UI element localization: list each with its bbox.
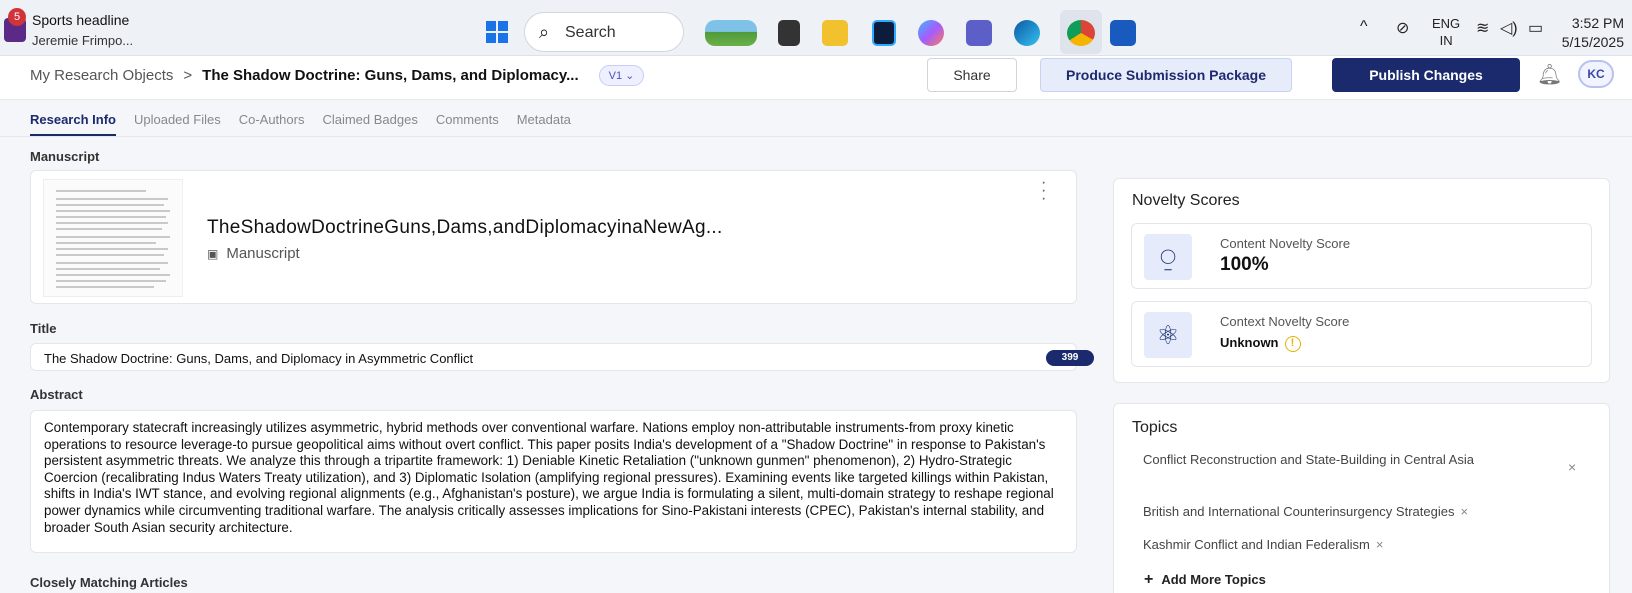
- tab-claimed-badges[interactable]: Claimed Badges: [322, 100, 417, 136]
- add-topics-label: Add More Topics: [1161, 572, 1266, 587]
- context-novelty-label: Context Novelty Score: [1220, 314, 1350, 329]
- search-label: Search: [565, 24, 616, 41]
- manuscript-file-type: ▣ Manuscript: [207, 245, 300, 262]
- remove-topic-icon[interactable]: ×: [1568, 459, 1576, 475]
- topics-card: Topics Conflict Reconstruction and State…: [1113, 403, 1610, 593]
- tab-divider: [0, 136, 1632, 137]
- lang-region: IN: [1439, 33, 1453, 48]
- avatar[interactable]: KC: [1578, 60, 1614, 88]
- breadcrumb-current: The Shadow Doctrine: Guns, Dams, and Dip…: [202, 67, 579, 84]
- topic-label: Conflict Reconstruction and State-Buildi…: [1143, 452, 1474, 467]
- content-novelty-score: ⍜ Content Novelty Score 100%: [1131, 223, 1592, 289]
- widget-subtitle: Jeremie Frimpo...: [32, 33, 134, 48]
- tab-co-authors[interactable]: Co-Authors: [239, 100, 305, 136]
- manuscript-file-name[interactable]: TheShadowDoctrineGuns,Dams,andDiplomacyi…: [207, 217, 723, 239]
- topic-item: British and International Counterinsurge…: [1143, 502, 1468, 521]
- context-novelty-value-wrap: Unknown!: [1220, 335, 1301, 352]
- title-field[interactable]: The Shadow Doctrine: Guns, Dams, and Dip…: [30, 343, 1094, 371]
- manuscript-type-label: Manuscript: [226, 245, 300, 262]
- landscape-icon[interactable]: [705, 20, 757, 46]
- search-icon: ⌕: [539, 22, 550, 42]
- atom-icon: ⚛: [1144, 312, 1192, 358]
- windows-taskbar: 5 Sports headline Jeremie Frimpo... ⌕ Se…: [0, 0, 1632, 56]
- folder-icon[interactable]: [822, 20, 848, 46]
- notification-badge: 5: [8, 8, 26, 26]
- breadcrumb-root[interactable]: My Research Objects: [30, 67, 173, 84]
- abstract-field[interactable]: Contemporary statecraft increasingly uti…: [30, 410, 1077, 553]
- bell-icon[interactable]: 🔔︎: [1537, 62, 1562, 87]
- taskbar-search[interactable]: ⌕ Search: [524, 12, 684, 52]
- produce-submission-package-button[interactable]: Produce Submission Package: [1040, 58, 1292, 92]
- share-button[interactable]: Share: [927, 58, 1017, 92]
- char-count-badge: 399: [1046, 350, 1094, 366]
- chrome-icon[interactable]: [1067, 20, 1095, 46]
- chevron-up-icon[interactable]: ^: [1360, 18, 1368, 36]
- publish-changes-button[interactable]: Publish Changes: [1332, 58, 1520, 92]
- clock-time: 3:52 PM: [1571, 15, 1624, 31]
- manuscript-thumbnail: [43, 179, 183, 297]
- tab-comments[interactable]: Comments: [436, 100, 499, 136]
- title-section-label: Title: [30, 321, 57, 336]
- lang-code: ENG: [1432, 16, 1461, 31]
- kebab-menu-icon[interactable]: · · ·: [1041, 175, 1046, 207]
- language-indicator[interactable]: ENG IN: [1432, 15, 1460, 49]
- tab-metadata[interactable]: Metadata: [517, 100, 571, 136]
- title-value: The Shadow Doctrine: Guns, Dams, and Dip…: [44, 351, 474, 366]
- topic-label: Kashmir Conflict and Indian Federalism: [1143, 537, 1370, 552]
- tab-uploaded-files[interactable]: Uploaded Files: [134, 100, 221, 136]
- document-icon: ▣: [207, 247, 219, 261]
- closely-matching-label: Closely Matching Articles: [30, 575, 188, 590]
- add-more-topics-button[interactable]: + Add More Topics: [1144, 571, 1266, 589]
- breadcrumb-separator: >: [183, 67, 193, 84]
- content-novelty-label: Content Novelty Score: [1220, 236, 1351, 251]
- word-icon[interactable]: [1110, 20, 1136, 46]
- edge-icon[interactable]: [1014, 20, 1040, 46]
- windows-start-icon[interactable]: [486, 21, 508, 43]
- teams-icon[interactable]: [966, 20, 992, 46]
- widget-headline: Sports headline: [32, 12, 130, 28]
- app-tray-icon[interactable]: ⊘: [1396, 18, 1409, 38]
- lightbulb-icon: ⍜: [1144, 234, 1192, 280]
- context-novelty-value: Unknown: [1220, 335, 1279, 350]
- copilot-icon[interactable]: [918, 20, 944, 46]
- battery-icon[interactable]: ▭: [1528, 18, 1543, 38]
- volume-icon[interactable]: ◁): [1500, 18, 1518, 38]
- abstract-section-label: Abstract: [30, 387, 83, 402]
- plus-icon: +: [1144, 571, 1154, 588]
- app-header: My Research Objects > The Shadow Doctrin…: [0, 56, 1632, 100]
- context-novelty-score: ⚛ Context Novelty Score Unknown!: [1131, 301, 1592, 367]
- wifi-icon[interactable]: ≋: [1476, 18, 1489, 38]
- abstract-text: Contemporary statecraft increasingly uti…: [44, 420, 1054, 535]
- remove-topic-icon[interactable]: ×: [1460, 504, 1468, 519]
- novelty-scores-card: Novelty Scores ⍜ Content Novelty Score 1…: [1113, 178, 1610, 383]
- tab-research-info[interactable]: Research Info: [30, 100, 116, 136]
- topic-label: British and International Counterinsurge…: [1143, 504, 1455, 519]
- topic-item: Conflict Reconstruction and State-Buildi…: [1143, 450, 1543, 469]
- topic-item: Kashmir Conflict and Indian Federalism ×: [1143, 535, 1383, 554]
- warning-icon[interactable]: !: [1284, 335, 1301, 352]
- manuscript-card[interactable]: TheShadowDoctrineGuns,Dams,andDiplomacyi…: [30, 170, 1077, 304]
- system-clock[interactable]: 3:52 PM 5/15/2025: [1560, 14, 1624, 52]
- manuscript-section-label: Manuscript: [30, 149, 100, 164]
- breadcrumb: My Research Objects > The Shadow Doctrin…: [30, 65, 645, 86]
- tab-bar: Research Info Uploaded Files Co-Authors …: [30, 100, 571, 136]
- version-dropdown[interactable]: V1 ⌄: [598, 65, 645, 86]
- novelty-heading: Novelty Scores: [1132, 192, 1240, 209]
- file-explorer-icon[interactable]: [778, 20, 800, 46]
- content-novelty-value: 100%: [1220, 254, 1269, 275]
- remove-topic-icon[interactable]: ×: [1376, 537, 1384, 552]
- photoshop-icon[interactable]: [872, 20, 896, 46]
- clock-date: 5/15/2025: [1561, 34, 1624, 50]
- news-widget[interactable]: 5 Sports headline Jeremie Frimpo...: [4, 8, 144, 50]
- topics-heading: Topics: [1132, 419, 1178, 436]
